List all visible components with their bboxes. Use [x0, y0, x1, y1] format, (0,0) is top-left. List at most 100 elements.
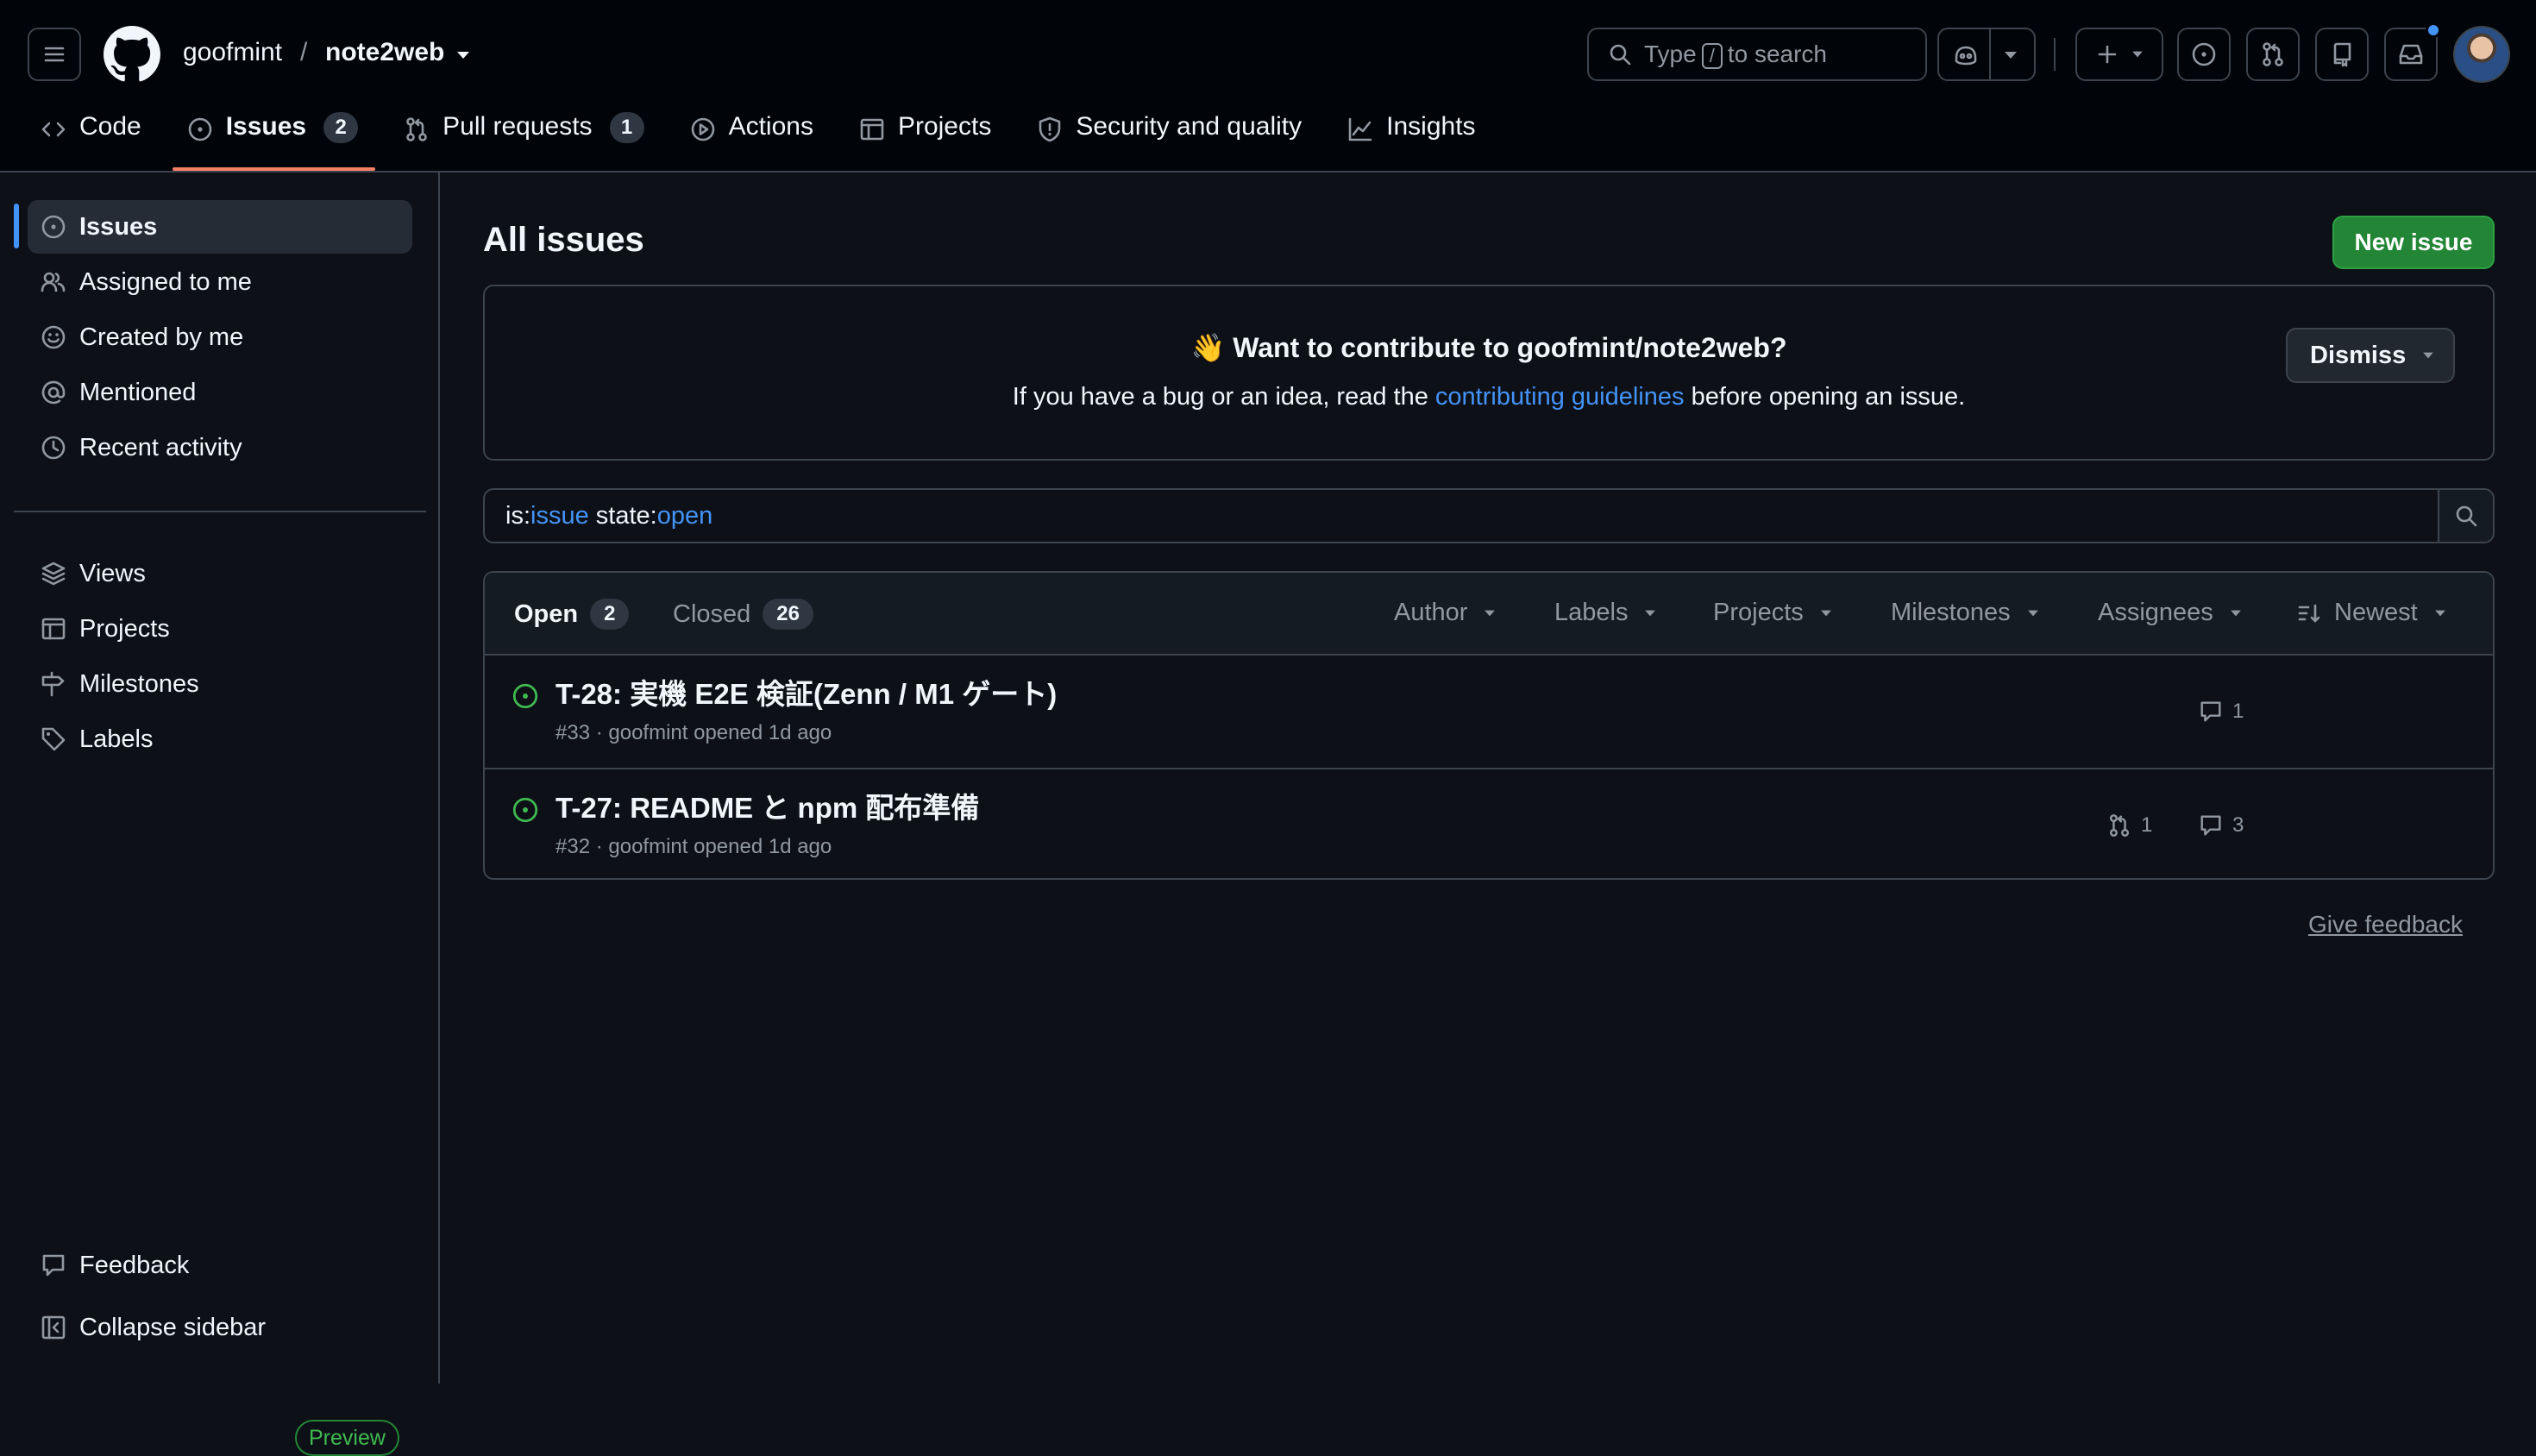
tab-label: Code [79, 112, 141, 141]
sort-desc-icon [2298, 604, 2320, 622]
selected-indicator [14, 204, 19, 248]
tab-issues[interactable]: Issues 2 [172, 105, 376, 171]
repo-owner-link[interactable]: goofmint [183, 38, 282, 67]
issue-title-link[interactable]: T-27: README と npm 配布準備 [556, 785, 979, 826]
assignees-filter[interactable]: Assignees [2098, 599, 2243, 627]
tab-label: Actions [728, 112, 813, 141]
closed-issues-tab[interactable]: Closed 26 [673, 599, 813, 630]
wave-emoji: 👋 [1190, 332, 1226, 363]
slash-key-hint: / [1701, 42, 1723, 69]
code-icon [41, 122, 66, 137]
caret-down-icon[interactable] [2003, 50, 2018, 60]
projects-filter[interactable]: Projects [1713, 599, 1833, 627]
sidebar-item-assigned[interactable]: Assigned to me [28, 255, 412, 309]
issue-open-status-icon [512, 683, 538, 709]
tab-projects[interactable]: Projects [858, 105, 991, 171]
milestones-filter[interactable]: Milestones [1891, 599, 2040, 627]
smiley-icon [41, 325, 66, 349]
git-pull-request-icon [2263, 42, 2283, 66]
open-count: 2 [590, 599, 630, 630]
search-input[interactable]: Type / to search [1587, 28, 1927, 81]
sidebar-item-issues[interactable]: Issues [28, 200, 412, 254]
labels-filter[interactable]: Labels [1554, 599, 1657, 627]
avatar[interactable] [2453, 26, 2510, 83]
issue-meta: #32 · goofmint opened 1d ago [556, 835, 832, 858]
caret-down-icon [1645, 610, 1656, 616]
sidebar-item-label: Views [79, 559, 146, 587]
repo-name-link[interactable]: note2web [325, 38, 444, 67]
sidebar-item-label: Labels [79, 725, 154, 753]
sidebar-item-label: Assigned to me [79, 267, 252, 296]
tab-label: Insights [1386, 112, 1476, 141]
issue-filter-input[interactable]: is:issue state:open [483, 488, 2495, 543]
tab-pull-requests[interactable]: Pull requests 1 [403, 105, 644, 171]
sidebar-item-label: Issues [79, 212, 158, 241]
sidebar-item-projects[interactable]: Projects [28, 602, 412, 656]
sidebar-item-mentioned[interactable]: Mentioned [28, 366, 412, 419]
sidebar-divider [14, 511, 426, 512]
your-pull-requests-button[interactable] [2246, 28, 2300, 81]
repositories-button[interactable] [2315, 28, 2369, 81]
contribute-text: If you have a bug or an idea, read the c… [1012, 383, 1966, 411]
tab-label: Security and quality [1076, 112, 1303, 141]
linked-pr-count[interactable]: 1 [2106, 813, 2152, 838]
sidebar-item-views[interactable]: Views [28, 547, 412, 600]
play-icon [691, 117, 714, 141]
contributing-guidelines-link[interactable]: contributing guidelines [1435, 383, 1685, 411]
create-new-button[interactable] [2075, 28, 2163, 81]
collapse-sidebar-button[interactable]: Collapse sidebar [28, 1301, 412, 1354]
give-feedback-link[interactable]: Give feedback [2308, 911, 2463, 938]
author-filter[interactable]: Author [1394, 599, 1497, 627]
your-issues-button[interactable] [2177, 28, 2231, 81]
tab-counter: 1 [609, 112, 644, 143]
comment-count[interactable]: 1 [2198, 699, 2244, 725]
new-issue-button[interactable]: New issue [2332, 216, 2495, 269]
tag-icon [41, 727, 66, 751]
sidebar-item-feedback[interactable]: Feedback [28, 1239, 412, 1292]
tab-code[interactable]: Code [40, 105, 141, 171]
sidebar-collapse-icon [41, 1315, 66, 1340]
sidebar: Issues Assigned to me Created by me Ment… [0, 173, 440, 1456]
tab-actions[interactable]: Actions [689, 105, 813, 171]
comment-icon [42, 1254, 65, 1277]
issue-title-link[interactable]: T-28: 実機 E2E 検証(Zenn / M1 ゲート) [556, 671, 1057, 712]
issue-opened-icon [41, 215, 66, 239]
menu-button[interactable] [28, 28, 81, 81]
tab-counter: 2 [323, 112, 359, 143]
tab-label: Projects [897, 112, 992, 141]
header-divider [2054, 38, 2056, 71]
sort-dropdown[interactable]: Newest [2296, 599, 2447, 627]
tab-insights[interactable]: Insights [1346, 105, 1476, 171]
sidebar-item-label: Recent activity [79, 433, 242, 461]
open-issues-tab[interactable]: Open 2 [514, 599, 630, 630]
sidebar-item-labels[interactable]: Labels [28, 712, 412, 766]
tab-security[interactable]: Security and quality [1036, 105, 1302, 171]
closed-count: 26 [763, 599, 813, 630]
stack-icon [41, 562, 66, 586]
graph-icon [1348, 117, 1372, 141]
sidebar-item-label: Created by me [79, 323, 244, 351]
caret-down-icon [2027, 610, 2038, 616]
issue-row[interactable]: T-28: 実機 E2E 検証(Zenn / M1 ゲート) #33 · goo… [485, 656, 2493, 768]
copilot-button[interactable] [1937, 28, 2036, 81]
contribute-banner: 👋 Want to contribute to goofmint/note2we… [483, 285, 2495, 461]
git-pull-request-icon [406, 117, 427, 141]
search-placeholder: Type / to search [1644, 40, 1827, 69]
copilot-icon [1955, 46, 1977, 66]
dismiss-button[interactable]: Dismiss [2286, 328, 2455, 383]
issue-row[interactable]: T-27: README と npm 配布準備 #32 · goofmint o… [485, 768, 2493, 878]
git-pull-request-icon [2109, 814, 2130, 837]
comment-count[interactable]: 3 [2198, 813, 2244, 838]
path-separator: / [300, 38, 308, 66]
caret-down-icon[interactable] [455, 50, 471, 60]
sidebar-item-milestones[interactable]: Milestones [28, 657, 412, 711]
filter-search-button[interactable] [2438, 490, 2493, 542]
github-logo[interactable] [104, 26, 160, 83]
sidebar-item-created[interactable]: Created by me [28, 311, 412, 364]
tab-label: Issues [225, 112, 307, 141]
sidebar-item-label: Milestones [79, 669, 199, 698]
issue-open-status-icon [512, 797, 538, 823]
caret-down-icon [2434, 610, 2445, 616]
sidebar-item-recent[interactable]: Recent activity [28, 421, 412, 474]
issue-opened-icon [188, 117, 212, 141]
